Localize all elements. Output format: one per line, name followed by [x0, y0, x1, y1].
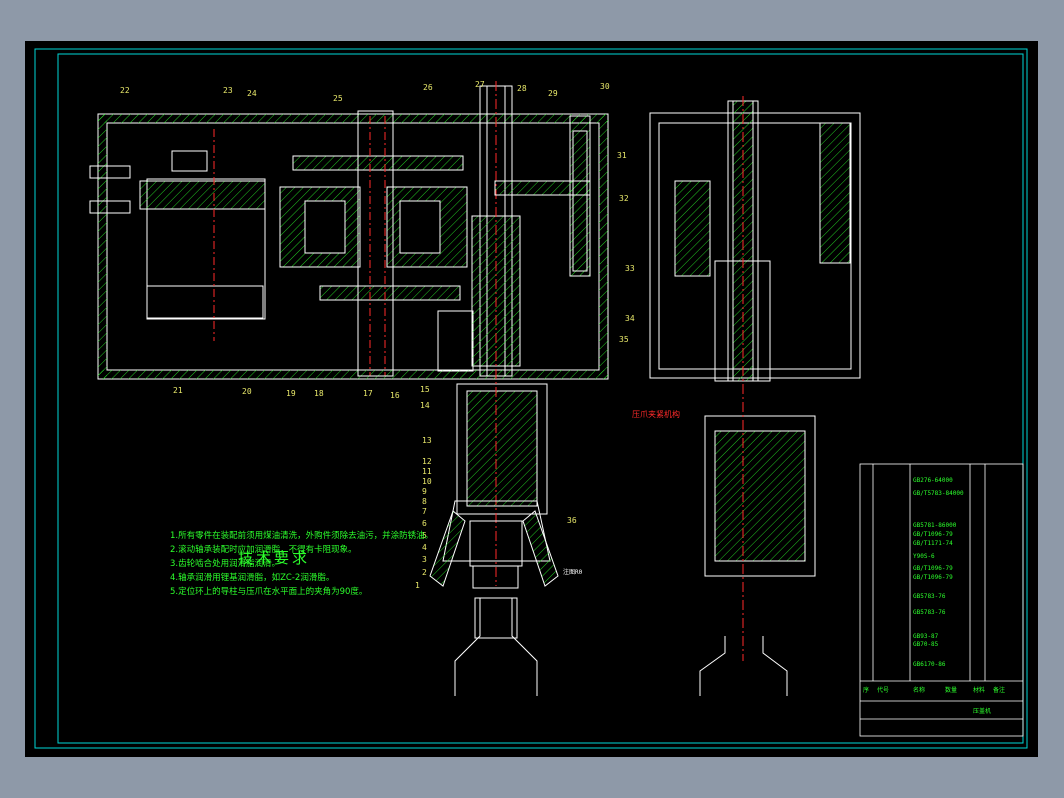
tb-title: 压盖机 — [973, 708, 992, 715]
part-number: 15 — [420, 385, 430, 394]
part-number: 8 — [422, 497, 427, 506]
part-number: 16 — [390, 391, 400, 400]
tech-line: 4.轴承润滑用锂基润滑脂，如ZC-2润滑脂。 — [170, 573, 335, 583]
part-number: 36 — [567, 516, 577, 525]
title-block — [859, 463, 1024, 737]
part-number: 13 — [422, 436, 432, 445]
tb-footer: 名称 — [913, 687, 926, 694]
part-number: 1 — [415, 581, 420, 590]
tech-line: 2.滚动轴承装配时应加润滑脂，不得有卡阻现象。 — [170, 545, 357, 555]
part-number: 4 — [422, 543, 427, 552]
part-number: 11 — [422, 467, 432, 476]
tb-standard: GB/T1096-79 — [913, 565, 953, 572]
part-number: 31 — [617, 151, 627, 160]
part-number: 9 — [422, 487, 427, 496]
part-number: 21 — [173, 386, 183, 395]
side-label: 注图R0 — [563, 569, 583, 576]
tech-line: 3.齿轮啮合处用润滑脂润滑。 — [170, 559, 281, 569]
tb-standard: GB5781-86000 — [913, 522, 957, 529]
tech-line: 5.定位环上的导柱与压爪在水平面上的夹角为90度。 — [170, 587, 368, 597]
part-number: 6 — [422, 519, 427, 528]
part-number: 22 — [120, 86, 130, 95]
mechanical-drawing — [34, 48, 1028, 749]
part-number: 29 — [548, 89, 558, 98]
part-number: 19 — [286, 389, 296, 398]
part-number: 3 — [422, 555, 427, 564]
side-view-shaft — [704, 100, 816, 577]
part-number: 12 — [422, 457, 432, 466]
part-number: 26 — [423, 83, 433, 92]
bottle-left — [454, 597, 538, 696]
part-number: 28 — [517, 84, 527, 93]
tb-standard: GB/T1096-79 — [913, 531, 953, 538]
part-number: 25 — [333, 94, 343, 103]
motor — [89, 150, 266, 320]
inner-border — [57, 53, 1024, 744]
cad-drawing-area: 22 23 24 25 26 27 28 29 30 31 32 33 34 3… — [25, 41, 1038, 757]
tb-footer: 代号 — [877, 687, 890, 694]
tech-line: 1.所有零件在装配前须用煤油清洗，外购件须除去油污，并涂防锈油。 — [170, 531, 434, 541]
tb-standard: GB5783-76 — [913, 593, 946, 600]
part-number: 20 — [242, 387, 252, 396]
tb-standard: Y90S-6 — [913, 553, 935, 560]
tb-standard: GB/T1096-79 — [913, 574, 953, 581]
part-number: 10 — [422, 477, 432, 486]
part-number: 27 — [475, 80, 485, 89]
central-shaft — [456, 85, 548, 515]
section-label: 压爪夹紧机构 — [632, 410, 680, 419]
part-number: 35 — [619, 335, 629, 344]
tb-standard: GB6170-86 — [913, 661, 946, 668]
side-view-housing — [649, 112, 861, 379]
tb-standard: GB/T5783-84000 — [913, 490, 964, 497]
part-number: 32 — [619, 194, 629, 203]
part-number: 18 — [314, 389, 324, 398]
tb-footer: 序 — [863, 687, 870, 694]
part-number: 17 — [363, 389, 373, 398]
tb-standard: GB93-87 — [913, 633, 939, 640]
part-number: 23 — [223, 86, 233, 95]
tb-standard: GB70-85 — [913, 641, 939, 648]
tb-footer: 数量 — [945, 687, 958, 694]
tb-footer: 材料 — [973, 687, 986, 694]
part-number: 14 — [420, 401, 430, 410]
part-number: 7 — [422, 507, 427, 516]
part-number: 24 — [247, 89, 257, 98]
part-number: 30 — [600, 82, 610, 91]
part-number: 33 — [625, 264, 635, 273]
tb-standard: GB276-64000 — [913, 477, 953, 484]
part-number: 34 — [625, 314, 635, 323]
tb-standard: GB5783-76 — [913, 609, 946, 616]
tb-footer: 备注 — [993, 687, 1006, 694]
tb-standard: GB/T1171-74 — [913, 540, 953, 547]
part-number: 2 — [422, 568, 427, 577]
